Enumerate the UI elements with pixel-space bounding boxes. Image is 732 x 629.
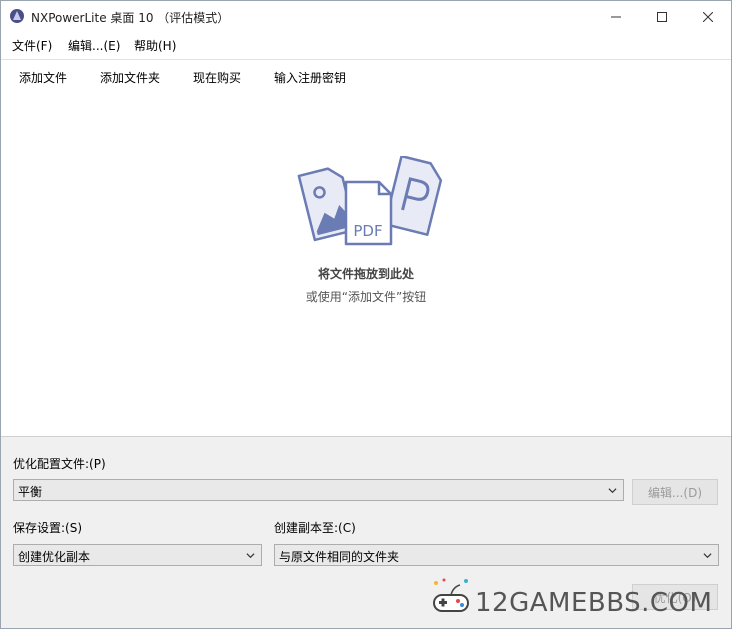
maximize-button[interactable] — [639, 1, 685, 32]
chevron-down-icon — [608, 488, 617, 494]
document-types-illustration: PDF — [297, 156, 443, 246]
chevron-down-icon — [246, 553, 255, 559]
profile-select[interactable]: 平衡 — [13, 479, 624, 501]
watermark: 12GAMEBBS.COM — [430, 575, 730, 625]
add-folder-button[interactable]: 添加文件夹 — [100, 69, 160, 86]
minimize-button[interactable] — [593, 1, 639, 32]
menu-edit[interactable]: 编辑...(E) — [68, 37, 120, 54]
toolbar: 添加文件 添加文件夹 现在购买 输入注册密钥 — [1, 59, 731, 95]
save-settings-label: 保存设置:(S) — [13, 521, 83, 535]
app-window: NXPowerLite 桌面 10 （评估模式） 文件(F) 编辑...(E) … — [0, 0, 732, 629]
drop-hint: 或使用“添加文件”按钮 — [305, 290, 427, 304]
profile-label: 优化配置文件:(P) — [13, 457, 106, 471]
maximize-icon — [657, 11, 667, 22]
watermark-text: 12GAMEBBS.COM — [475, 588, 713, 618]
minimize-icon — [611, 16, 621, 17]
pdf-label: PDF — [353, 222, 382, 240]
menu-bar: 文件(F) 编辑...(E) 帮助(H) — [1, 34, 731, 56]
menu-help[interactable]: 帮助(H) — [134, 37, 176, 54]
edit-profile-button[interactable]: 编辑...(D) — [632, 479, 718, 505]
save-settings-select[interactable]: 创建优化副本 — [13, 544, 262, 566]
title-bar[interactable]: NXPowerLite 桌面 10 （评估模式） — [1, 1, 731, 32]
file-drop-area[interactable]: PDF 将文件拖放到此处 或使用“添加文件”按钮 — [1, 94, 731, 436]
copy-to-label: 创建副本至:(C) — [274, 521, 356, 535]
profile-value: 平衡 — [18, 485, 43, 499]
buy-now-button[interactable]: 现在购买 — [193, 69, 241, 86]
chevron-down-icon — [703, 553, 712, 559]
gamepad-icon — [433, 578, 469, 612]
menu-file[interactable]: 文件(F) — [12, 37, 52, 54]
drop-title: 将文件拖放到此处 — [317, 267, 414, 281]
enter-license-button[interactable]: 输入注册密钥 — [274, 69, 346, 86]
copy-to-value: 与原文件相同的文件夹 — [279, 550, 400, 564]
save-settings-value: 创建优化副本 — [18, 550, 91, 564]
window-title: NXPowerLite 桌面 10 （评估模式） — [31, 11, 230, 25]
close-icon — [703, 11, 713, 22]
close-button[interactable] — [685, 1, 731, 32]
copy-to-select[interactable]: 与原文件相同的文件夹 — [274, 544, 719, 566]
app-logo-icon — [10, 9, 24, 23]
edit-profile-label: 编辑...(D) — [647, 485, 703, 500]
add-file-button[interactable]: 添加文件 — [19, 69, 67, 86]
